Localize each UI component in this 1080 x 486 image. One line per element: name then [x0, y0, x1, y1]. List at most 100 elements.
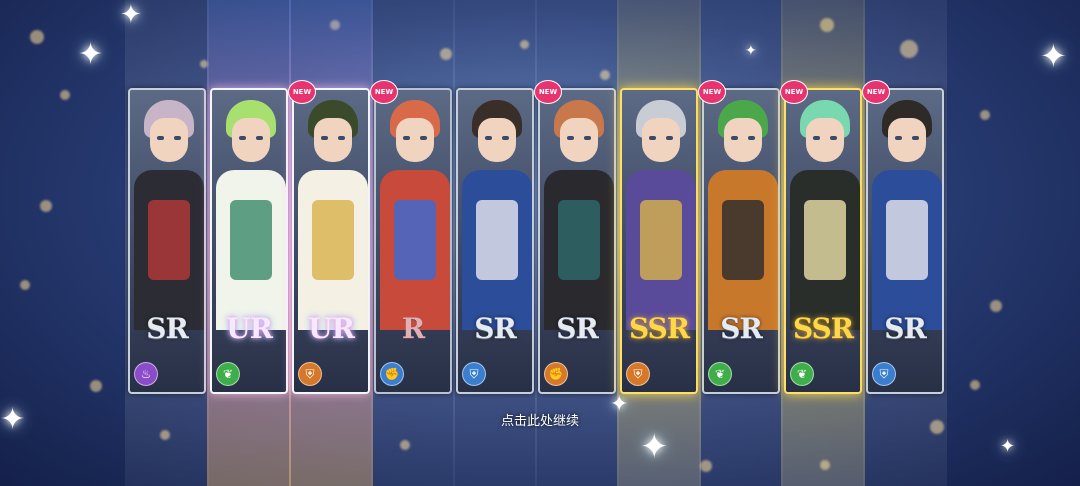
leaf-icon: ❦ [790, 362, 814, 386]
character-card[interactable]: SR ✊ [538, 88, 616, 394]
new-badge: NEW [780, 80, 808, 104]
portrait-eye [912, 136, 919, 140]
character-card[interactable]: UR ❦ [210, 88, 288, 394]
portrait-face [560, 118, 598, 162]
bokeh-light [40, 200, 52, 212]
sparkle-icon: ✦ [120, 0, 142, 30]
tap-to-continue-prompt[interactable]: 点击此处继续 [0, 410, 1080, 429]
portrait-eye [731, 136, 738, 140]
portrait-eye [567, 136, 574, 140]
portrait-eye [420, 136, 427, 140]
bokeh-light [30, 30, 44, 44]
bokeh-light [970, 380, 980, 390]
new-badge: NEW [862, 80, 890, 104]
portrait-face [806, 118, 844, 162]
new-badge: NEW [370, 80, 398, 104]
portrait-face [478, 118, 516, 162]
leaf-icon: ❦ [708, 362, 732, 386]
character-portrait [786, 90, 860, 392]
gacha-result-row: SR ♨ UR ❦ NEW UR ⛨ NEW R ✊ SR ⛨ NEW SR ✊ SSR ⛨ NEW SR ❦ NEW S… [128, 80, 952, 396]
character-card[interactable]: SSR ❦ [784, 88, 862, 394]
sparkle-icon: ✦ [78, 37, 104, 72]
sparkle-icon: ✦ [1040, 37, 1067, 75]
portrait-face [396, 118, 434, 162]
rarity-label: SSR [792, 312, 854, 345]
portrait-eye [830, 136, 837, 140]
portrait-eye [256, 136, 263, 140]
leaf-icon: ❦ [216, 362, 240, 386]
portrait-accent [804, 200, 846, 280]
portrait-eye [666, 136, 673, 140]
portrait-eye [174, 136, 181, 140]
rarity-label: R [401, 312, 425, 345]
portrait-accent [558, 200, 600, 280]
portrait-accent [886, 200, 928, 280]
portrait-accent [640, 200, 682, 280]
portrait-face [232, 118, 270, 162]
bokeh-light [20, 280, 30, 290]
portrait-face [888, 118, 926, 162]
portrait-eye [895, 136, 902, 140]
sparkle-icon: ✦ [640, 427, 669, 467]
portrait-eye [748, 136, 755, 140]
new-badge: NEW [288, 80, 316, 104]
shield-icon: ⛨ [298, 362, 322, 386]
rarity-label: SR [146, 312, 189, 345]
new-badge: NEW [534, 80, 562, 104]
rarity-label: SR [556, 312, 599, 345]
character-portrait [868, 90, 942, 392]
fist-icon: ✊ [380, 362, 404, 386]
portrait-eye [239, 136, 246, 140]
shield-icon: ⛨ [626, 362, 650, 386]
character-portrait [376, 90, 450, 392]
portrait-eye [157, 136, 164, 140]
shield-icon: ⛨ [462, 362, 486, 386]
character-card[interactable]: R ✊ [374, 88, 452, 394]
rarity-label: SSR [628, 312, 690, 345]
character-portrait [622, 90, 696, 392]
character-card[interactable]: UR ⛨ [292, 88, 370, 394]
portrait-eye [502, 136, 509, 140]
portrait-accent [148, 200, 190, 280]
shield-icon: ⛨ [872, 362, 896, 386]
bokeh-light [980, 110, 990, 120]
portrait-eye [649, 136, 656, 140]
character-card[interactable]: SR ♨ [128, 88, 206, 394]
character-portrait [704, 90, 778, 392]
portrait-accent [722, 200, 764, 280]
rarity-label: SR [720, 312, 763, 345]
portrait-face [314, 118, 352, 162]
portrait-accent [312, 200, 354, 280]
portrait-accent [230, 200, 272, 280]
character-card[interactable]: SR ❦ [702, 88, 780, 394]
character-card[interactable]: SR ⛨ [866, 88, 944, 394]
rarity-label: UR [226, 312, 273, 345]
sparkle-icon: ✦ [1000, 436, 1016, 457]
sparkle-icon: ✦ [745, 43, 757, 59]
character-portrait [458, 90, 532, 392]
portrait-eye [321, 136, 328, 140]
character-portrait [294, 90, 368, 392]
portrait-accent [394, 200, 436, 280]
character-portrait [130, 90, 204, 392]
bokeh-light [990, 300, 1002, 312]
portrait-eye [584, 136, 591, 140]
rarity-label: SR [474, 312, 517, 345]
portrait-eye [485, 136, 492, 140]
bowl-icon: ♨ [134, 362, 158, 386]
portrait-eye [813, 136, 820, 140]
portrait-face [150, 118, 188, 162]
bokeh-light [60, 90, 70, 100]
portrait-eye [338, 136, 345, 140]
character-portrait [212, 90, 286, 392]
portrait-face [724, 118, 762, 162]
rarity-label: UR [308, 312, 355, 345]
character-card[interactable]: SR ⛨ [456, 88, 534, 394]
portrait-face [642, 118, 680, 162]
character-card[interactable]: SSR ⛨ [620, 88, 698, 394]
new-badge: NEW [698, 80, 726, 104]
portrait-eye [403, 136, 410, 140]
rarity-label: SR [884, 312, 927, 345]
bokeh-light [90, 380, 102, 392]
fist-icon: ✊ [544, 362, 568, 386]
